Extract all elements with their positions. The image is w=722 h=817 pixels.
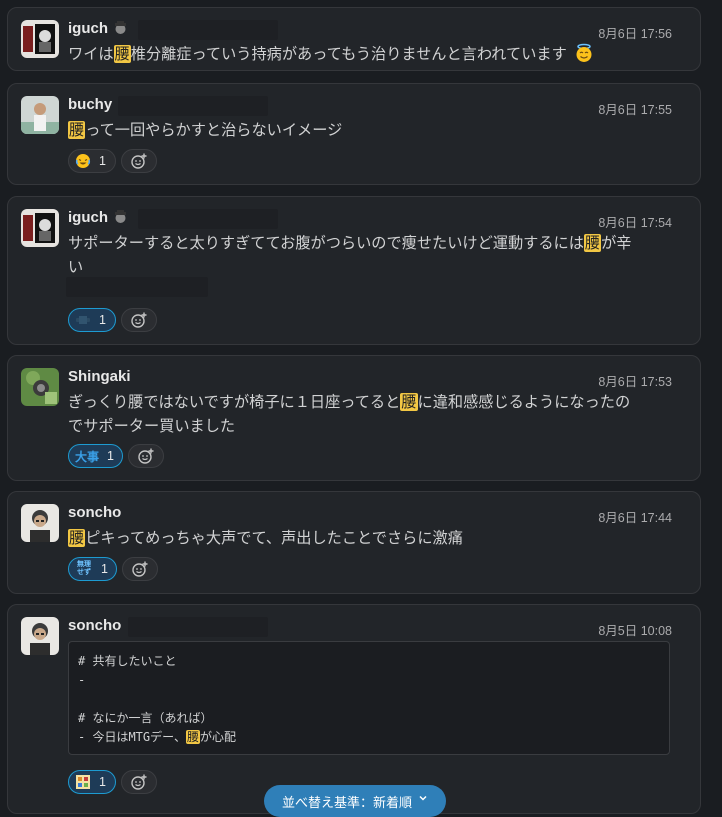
reaction-count: 1 [99,154,106,168]
add-reaction-button[interactable] [121,770,157,794]
add-emoji-icon [132,561,148,577]
message-card[interactable]: soncho 8月6日 17:44 腰ピキってめっちゃ大声でて、声出したことでさ… [7,491,701,594]
murisezu-emoji: 無理 せず [77,561,91,576]
daiji-emoji: 大事 [75,449,100,464]
avatar[interactable] [21,20,59,58]
search-highlight: 腰 [68,121,86,139]
timestamp[interactable]: 8月5日 10:08 [598,620,672,639]
innocent-face-icon [574,43,594,70]
timestamp[interactable]: 8月6日 17:55 [598,99,672,118]
avatar[interactable] [21,617,59,655]
search-highlight: 腰 [186,730,201,744]
reaction-count: 1 [99,775,106,789]
avatar[interactable] [21,504,59,542]
add-emoji-icon [138,448,154,464]
add-reaction-button[interactable] [127,444,164,468]
message-text: 腰って一回やらかすと治らないイメージ [68,121,343,139]
avatar[interactable] [21,96,59,134]
custom-emoji-icon [75,774,91,790]
user-name[interactable]: soncho [68,504,121,521]
add-emoji-icon [131,774,147,790]
search-highlight: 腰 [113,45,131,63]
redacted-area [128,617,268,637]
user-name[interactable]: iguch [68,20,128,37]
reaction-daiji[interactable]: 大事 1 [68,444,123,468]
search-highlight: 腰 [583,234,602,252]
status-emoji-icon [113,20,128,35]
reaction-count: 1 [101,562,108,576]
status-emoji-icon [113,209,128,224]
message-text: 腰ピキってめっちゃ大声でて、声出したことでさらに激痛 [68,529,463,547]
reaction-custom[interactable]: 1 [68,308,116,332]
avatar[interactable] [21,368,59,406]
reaction-joy[interactable]: 1 [68,149,116,173]
search-highlight: 腰 [68,529,86,547]
timestamp[interactable]: 8月6日 17:44 [598,507,672,526]
redacted-area [138,20,278,40]
code-block: # 共有したいこと - # なにか一言（あれば） - 今日はMTGデー、腰が心配 [68,641,670,755]
reaction-murisezu[interactable]: 無理 せず 1 [68,557,117,581]
timestamp[interactable]: 8月6日 17:56 [598,23,672,42]
message-text: ワイは腰椎分離症っていう持病があってもう治りませんと言われています [68,42,670,70]
reaction-custom[interactable]: 1 [68,770,116,794]
message-card[interactable]: iguch 8月6日 17:54 サポーターすると太りすぎててお腹がつらいので痩… [7,196,701,345]
search-highlight: 腰 [400,393,418,411]
user-name[interactable]: iguch [68,209,128,226]
reaction-count: 1 [99,313,106,327]
user-name[interactable]: buchy [68,96,112,113]
custom-emoji-icon [75,312,91,328]
user-name[interactable]: soncho [68,617,121,634]
message-text: ぎっくり腰ではないですが椅子に１日座ってると腰に違和感感じるようになったの でサ… [68,393,631,435]
message-card[interactable]: iguch 8月6日 17:56 ワイは腰椎分離症っていう持病があってもう治りま… [7,7,701,71]
message-text: サポーターすると太りすぎててお腹がつらいので痩せたいけど運動するには腰が辛 い [68,234,632,276]
timestamp[interactable]: 8月6日 17:54 [598,212,672,231]
redacted-area [66,277,208,297]
add-emoji-icon [131,312,147,328]
sort-order-button[interactable]: 並べ替え基準：新着順 [264,785,446,817]
add-reaction-button[interactable] [121,149,157,173]
user-name[interactable]: Shingaki [68,368,131,385]
message-card[interactable]: soncho 8月5日 10:08 # 共有したいこと - # なにか一言（あれ… [7,604,701,814]
reaction-count: 1 [107,449,114,463]
add-reaction-button[interactable] [121,308,157,332]
timestamp[interactable]: 8月6日 17:53 [598,371,672,390]
avatar[interactable] [21,209,59,247]
redacted-area [138,209,278,229]
add-emoji-icon [131,153,147,169]
message-card[interactable]: Shingaki 8月6日 17:53 ぎっくり腰ではないですが椅子に１日座って… [7,355,701,481]
joy-face-icon [75,153,91,169]
message-card[interactable]: buchy 8月6日 17:55 腰って一回やらかすと治らないイメージ 1 [7,83,701,185]
redacted-area [118,96,268,116]
add-reaction-button[interactable] [121,557,158,581]
